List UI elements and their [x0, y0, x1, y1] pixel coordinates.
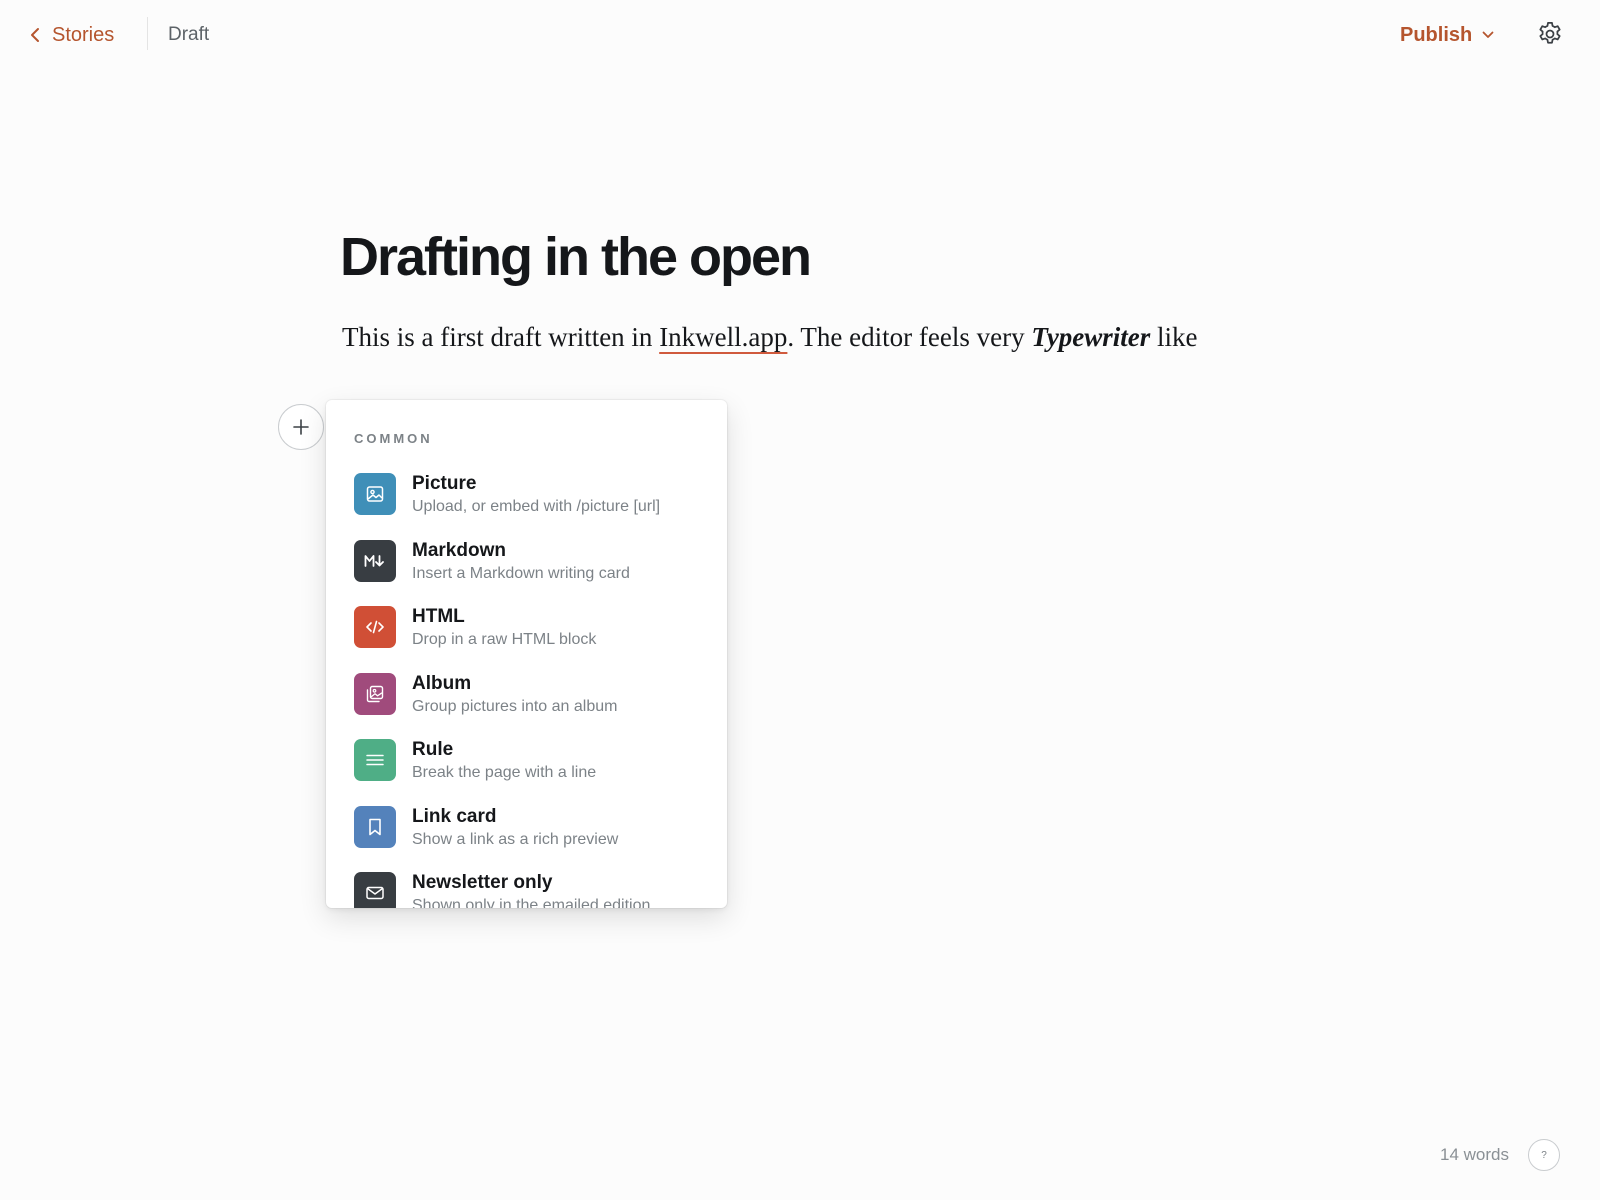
bookmark-icon — [354, 805, 396, 848]
menu-item-album[interactable]: Album Group pictures into an album — [326, 665, 727, 732]
menu-item-title: HTML — [412, 606, 465, 627]
menu-item-link-card[interactable]: Link card Show a link as a rich preview — [326, 798, 727, 865]
menu-item-rule[interactable]: Rule Break the page with a line — [326, 731, 727, 798]
body-text-3: like — [1150, 322, 1198, 352]
body-text-2: . The editor feels very — [787, 322, 1032, 352]
menu-item-title: Markdown — [412, 539, 506, 561]
email-icon — [354, 872, 396, 908]
menu-item-title: Link card — [412, 805, 497, 827]
menu-item-description: Group pictures into an album — [412, 697, 618, 715]
album-icon — [354, 672, 396, 715]
menu-item-description: Shown only in the emailed edition — [412, 897, 651, 908]
help-icon: ? — [1541, 1149, 1547, 1161]
word-count: 14 words — [1440, 1145, 1509, 1164]
menu-item-description: Insert a Markdown writing card — [412, 564, 630, 582]
post-body-paragraph[interactable]: This is a first draft written in Inkwell… — [342, 322, 1198, 353]
back-to-stories-link[interactable]: Stories — [30, 20, 114, 50]
menu-item-title: Rule — [412, 739, 454, 760]
menu-item-picture[interactable]: Picture Upload, or embed with /picture [… — [326, 465, 727, 532]
menu-item-title: Picture — [412, 473, 477, 494]
menu-item-title: Album — [412, 672, 472, 694]
body-text-1: This is a first draft written in — [342, 322, 660, 352]
menu-item-description: Upload, or embed with /picture [url] — [412, 498, 661, 515]
card-menu: COMMON Picture Upload, or embed with /pi… — [326, 400, 727, 908]
menu-section-title: COMMON — [354, 431, 433, 446]
menu-item-description: Drop in a raw HTML block — [412, 631, 597, 648]
menu-items: Picture Upload, or embed with /picture [… — [326, 465, 727, 908]
help-button[interactable]: ? — [1528, 1139, 1560, 1171]
body-emphasis: Typewriter — [1031, 322, 1151, 352]
chevron-down-icon — [1482, 31, 1494, 38]
publish-button[interactable]: Publish — [1400, 20, 1494, 50]
settings-button[interactable] — [1536, 20, 1564, 48]
menu-item-title: Newsletter only — [412, 872, 553, 893]
publish-label: Publish — [1400, 23, 1473, 46]
picture-icon — [354, 473, 396, 515]
markdown-icon — [354, 539, 396, 582]
topbar-divider — [147, 17, 148, 50]
post-title[interactable]: Drafting in the open — [340, 226, 812, 288]
add-card-button[interactable] — [278, 404, 324, 450]
menu-item-markdown[interactable]: Markdown Insert a Markdown writing card — [326, 532, 727, 599]
menu-item-html[interactable]: HTML Drop in a raw HTML block — [326, 598, 727, 665]
menu-item-description: Show a link as a rich preview — [412, 830, 619, 848]
post-status: Draft — [168, 24, 210, 45]
menu-item-description: Break the page with a line — [412, 764, 597, 781]
divider-icon — [354, 739, 396, 781]
menu-item-newsletter-only[interactable]: Newsletter only Shown only in the emaile… — [326, 864, 727, 908]
chevron-left-icon — [31, 28, 39, 42]
code-icon — [354, 606, 396, 648]
body-link[interactable]: Inkwell.app — [659, 322, 787, 352]
back-link-label: Stories — [52, 23, 115, 46]
gear-icon — [1539, 22, 1561, 44]
top-bar: Stories Draft Publish — [0, 0, 1600, 70]
plus-icon — [293, 419, 309, 435]
